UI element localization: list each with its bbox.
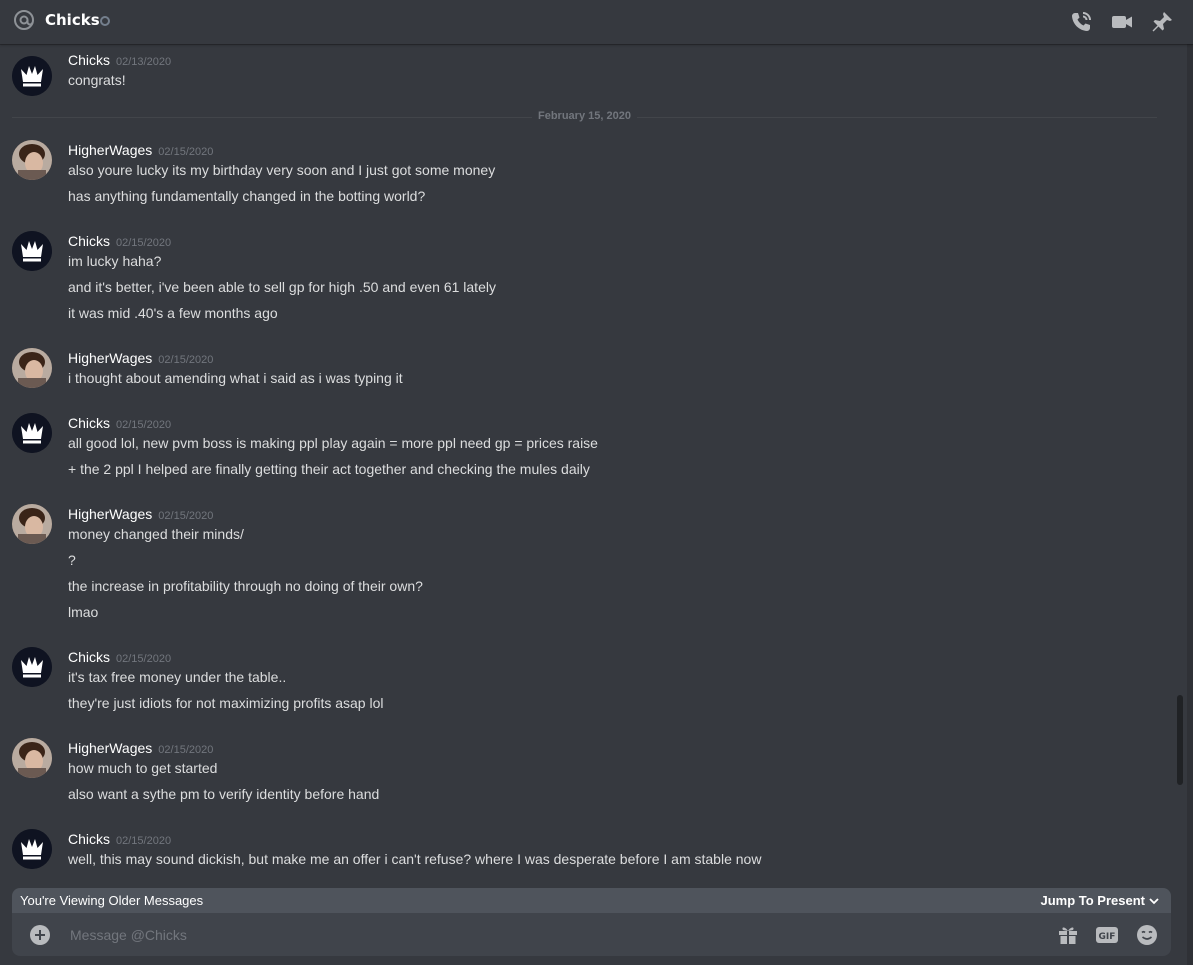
message-text: congrats! <box>68 72 126 88</box>
user-photo-avatar <box>12 140 52 180</box>
gif-icon[interactable]: GIF <box>1095 923 1119 947</box>
message-input[interactable] <box>68 923 1032 947</box>
message-text: also want a sythe pm to verify identity … <box>68 786 380 802</box>
svg-text:GIF: GIF <box>1099 932 1116 942</box>
message-text: they're just idiots for not maximizing p… <box>68 695 384 711</box>
crown-avatar-icon <box>12 647 52 687</box>
avatar[interactable] <box>12 647 52 687</box>
timestamp: 02/13/2020 <box>116 56 172 68</box>
user-photo-avatar <box>12 738 52 778</box>
message-text: lmao <box>68 604 99 620</box>
chevron-down-icon[interactable] <box>1147 894 1161 908</box>
gift-icon[interactable] <box>1056 923 1080 947</box>
jump-to-present-button[interactable]: Jump To Present <box>1040 893 1145 908</box>
offline-status-icon <box>100 16 110 26</box>
message-text: it's tax free money under the table.. <box>68 669 287 685</box>
message-author-line: HigherWages 02/15/2020 <box>68 140 213 159</box>
username[interactable]: HigherWages <box>68 142 152 158</box>
crown-avatar-icon <box>12 231 52 271</box>
timestamp: 02/15/2020 <box>116 237 172 249</box>
message-text: and it's better, i've been able to sell … <box>68 279 496 295</box>
message-author-line: Chicks 02/15/2020 <box>68 829 171 848</box>
message-text: the increase in profitability through no… <box>68 578 423 594</box>
username[interactable]: HigherWages <box>68 350 152 366</box>
username[interactable]: Chicks <box>68 52 110 68</box>
call-icon[interactable] <box>1069 10 1093 34</box>
timestamp: 02/15/2020 <box>158 744 214 756</box>
message-text: + the 2 ppl I helped are finally getting… <box>68 461 590 477</box>
avatar[interactable] <box>12 504 52 544</box>
avatar[interactable] <box>12 738 52 778</box>
channel-header: Chicks <box>0 0 1193 44</box>
timestamp: 02/15/2020 <box>116 653 172 665</box>
message-text: im lucky haha? <box>68 253 162 269</box>
message-text: i thought about amending what i said as … <box>68 370 403 386</box>
message-author-line: Chicks 02/13/2020 <box>68 50 171 69</box>
username[interactable]: Chicks <box>68 233 110 249</box>
crown-avatar-icon <box>12 829 52 869</box>
avatar[interactable] <box>12 348 52 388</box>
timestamp: 02/15/2020 <box>158 146 214 158</box>
older-messages-notice: You're Viewing Older Messages <box>20 893 204 908</box>
message-author-line: Chicks 02/15/2020 <box>68 413 171 432</box>
message-text: it was mid .40's a few months ago <box>68 305 278 321</box>
timestamp: 02/15/2020 <box>158 354 214 366</box>
message-author-line: HigherWages 02/15/2020 <box>68 738 213 757</box>
username[interactable]: HigherWages <box>68 506 152 522</box>
user-photo-avatar <box>12 348 52 388</box>
video-call-icon[interactable] <box>1110 10 1134 34</box>
avatar[interactable] <box>12 56 52 96</box>
pin-icon[interactable] <box>1150 10 1174 34</box>
channel-name: Chicks <box>45 11 100 29</box>
avatar[interactable] <box>12 231 52 271</box>
window-edge <box>1187 44 1193 965</box>
message-text: well, this may sound dickish, but make m… <box>68 851 762 867</box>
crown-avatar-icon <box>12 56 52 96</box>
scrollbar-thumb[interactable] <box>1177 695 1183 785</box>
message-text: has anything fundamentally changed in th… <box>68 188 426 204</box>
message-author-line: Chicks 02/15/2020 <box>68 647 171 666</box>
message-author-line: HigherWages 02/15/2020 <box>68 348 213 367</box>
add-attachment-icon[interactable] <box>28 923 52 947</box>
at-icon <box>14 10 34 30</box>
older-messages-bar: You're Viewing Older Messages Jump To Pr… <box>12 888 1171 914</box>
emoji-icon[interactable] <box>1135 923 1159 947</box>
username[interactable]: Chicks <box>68 649 110 665</box>
username[interactable]: Chicks <box>68 415 110 431</box>
message-text: ? <box>68 552 76 568</box>
username[interactable]: Chicks <box>68 831 110 847</box>
message-scroller[interactable]: Chicks 02/13/2020 congrats! February 15, … <box>0 44 1180 884</box>
message-text: all good lol, new pvm boss is making ppl… <box>68 435 598 451</box>
message-text: how much to get started <box>68 760 218 776</box>
avatar[interactable] <box>12 413 52 453</box>
crown-avatar-icon <box>12 413 52 453</box>
message-text: also youre lucky its my birthday very so… <box>68 162 496 178</box>
avatar[interactable] <box>12 140 52 180</box>
message-text: money changed their minds/ <box>68 526 244 542</box>
avatar[interactable] <box>12 829 52 869</box>
timestamp: 02/15/2020 <box>116 835 172 847</box>
message-author-line: Chicks 02/15/2020 <box>68 231 171 250</box>
username[interactable]: HigherWages <box>68 740 152 756</box>
timestamp: 02/15/2020 <box>116 419 172 431</box>
date-divider: February 15, 2020 <box>532 110 637 122</box>
message-composer: GIF <box>12 913 1171 956</box>
user-photo-avatar <box>12 504 52 544</box>
message-author-line: HigherWages 02/15/2020 <box>68 504 213 523</box>
timestamp: 02/15/2020 <box>158 510 214 522</box>
